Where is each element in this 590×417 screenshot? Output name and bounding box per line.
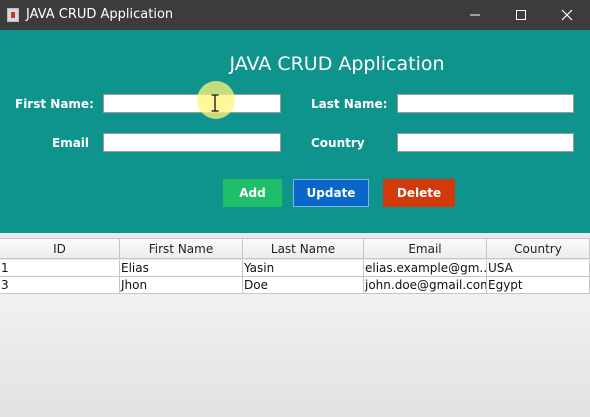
country-label: Country bbox=[311, 136, 365, 150]
email-field[interactable] bbox=[103, 133, 281, 152]
cell-email[interactable]: john.doe@gmail.com bbox=[364, 277, 487, 294]
maximize-button[interactable] bbox=[498, 0, 544, 30]
text-cursor-icon bbox=[211, 94, 219, 112]
cell-country[interactable]: USA bbox=[487, 260, 590, 277]
first-name-label: First Name: bbox=[15, 97, 94, 111]
first-name-field[interactable] bbox=[103, 94, 281, 113]
cell-id[interactable]: 1 bbox=[0, 260, 120, 277]
close-button[interactable] bbox=[544, 0, 590, 30]
cell-last-name[interactable]: Doe bbox=[243, 277, 364, 294]
cell-last-name[interactable]: Yasin bbox=[243, 260, 364, 277]
column-header-id[interactable]: ID bbox=[0, 238, 120, 259]
maximize-icon bbox=[516, 10, 526, 20]
last-name-label: Last Name: bbox=[311, 97, 388, 111]
email-label: Email bbox=[52, 136, 90, 150]
delete-button[interactable]: Delete bbox=[383, 179, 455, 207]
cell-first-name[interactable]: Jhon bbox=[120, 277, 243, 294]
column-header-country[interactable]: Country bbox=[487, 238, 590, 259]
form-panel: JAVA CRUD Application First Name: Last N… bbox=[0, 30, 590, 233]
page-title: JAVA CRUD Application bbox=[229, 53, 445, 75]
close-icon bbox=[561, 9, 573, 21]
column-header-last-name[interactable]: Last Name bbox=[243, 238, 364, 259]
column-header-email[interactable]: Email bbox=[364, 238, 487, 259]
minimize-button[interactable] bbox=[452, 0, 498, 30]
window-title: JAVA CRUD Application bbox=[26, 7, 174, 22]
java-app-icon bbox=[7, 8, 19, 22]
last-name-field[interactable] bbox=[397, 94, 574, 113]
cell-country[interactable]: Egypt bbox=[487, 277, 590, 294]
cell-email[interactable]: elias.example@gm... bbox=[364, 260, 487, 277]
add-button[interactable]: Add bbox=[223, 179, 282, 207]
cell-first-name[interactable]: Elias bbox=[120, 260, 243, 277]
table-empty-area bbox=[0, 294, 590, 417]
column-header-first-name[interactable]: First Name bbox=[120, 238, 243, 259]
cell-id[interactable]: 3 bbox=[0, 277, 120, 294]
update-button[interactable]: Update bbox=[293, 179, 369, 207]
country-field[interactable] bbox=[397, 133, 574, 152]
minimize-icon bbox=[470, 14, 480, 16]
window-title-bar[interactable]: JAVA CRUD Application bbox=[0, 0, 590, 30]
